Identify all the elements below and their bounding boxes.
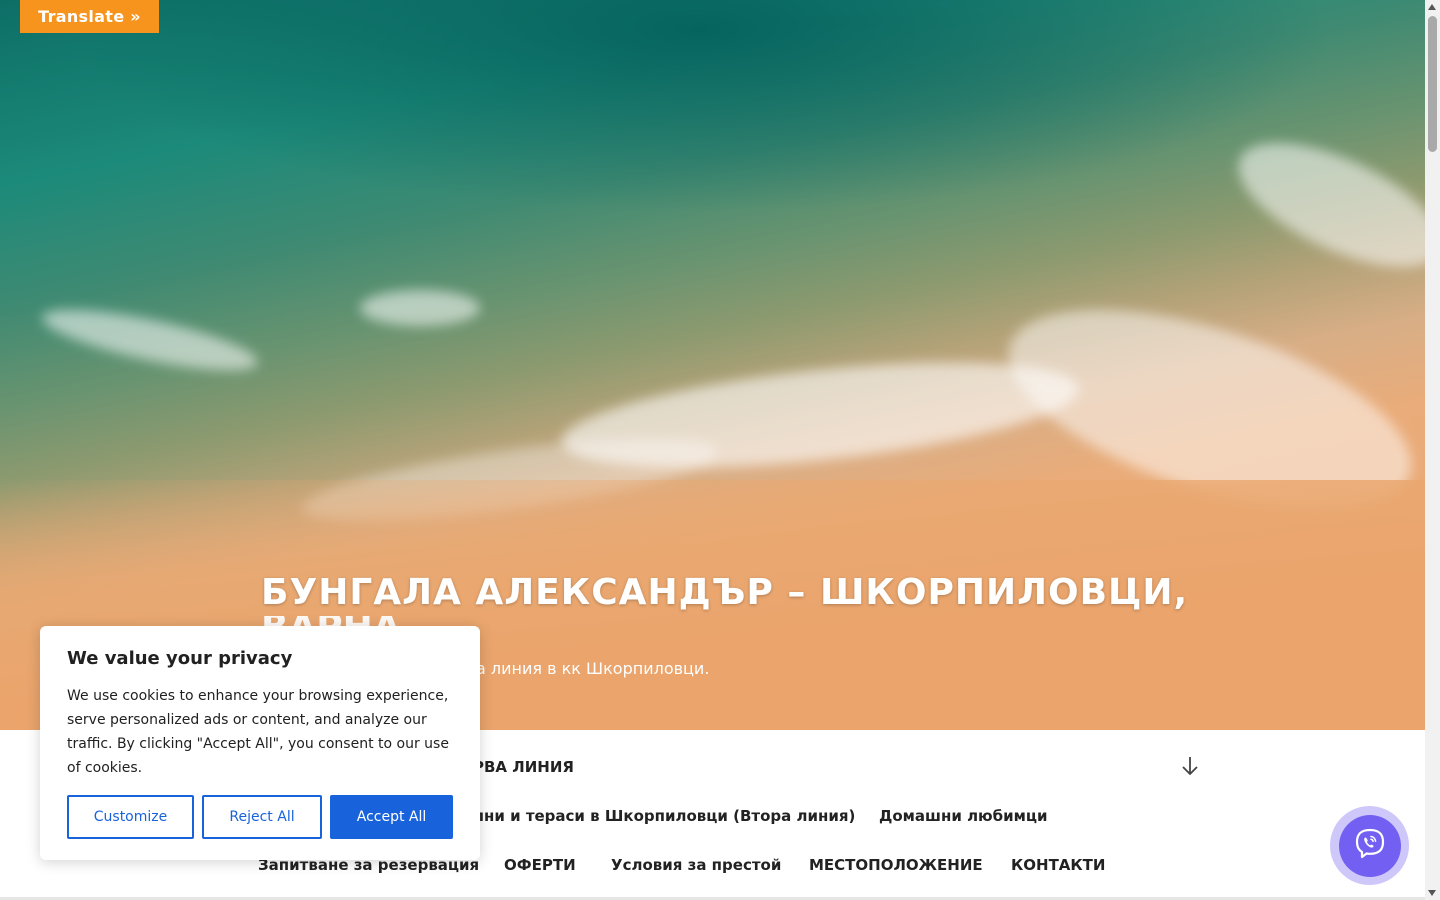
cookie-description: We use cookies to enhance your browsing … xyxy=(67,688,449,776)
nav-item-pets[interactable]: Домашни любимци xyxy=(879,806,1048,826)
hero-title: БУНГАЛА АЛЕКСАНДЪР – ШКОРПИЛОВЦИ, xyxy=(261,572,1189,613)
nav-item-first-line[interactable]: РВА ЛИНИЯ xyxy=(473,757,574,777)
viber-chat-button[interactable] xyxy=(1330,806,1409,885)
nav-item-stay-conditions[interactable]: Условия за престой xyxy=(611,855,781,875)
cookie-consent-banner: We value your privacy We use cookies to … xyxy=(40,626,480,860)
nav-item-contacts[interactable]: КОНТАКТИ xyxy=(1011,855,1105,875)
cookie-actions: Customize Reject All Accept All xyxy=(67,795,453,839)
reject-all-button[interactable]: Reject All xyxy=(202,795,322,839)
nav-item-offers[interactable]: ОФЕРТИ xyxy=(504,855,576,875)
scroll-thumb[interactable] xyxy=(1428,16,1437,152)
accept-all-button[interactable]: Accept All xyxy=(330,795,453,839)
cookie-title: We value your privacy xyxy=(67,648,293,669)
scroll-up-icon[interactable] xyxy=(1428,4,1436,10)
hero-subtitle-visible: а линия в кк Шкорпиловци. xyxy=(476,659,710,678)
nav-item-location[interactable]: МЕСТОПОЛОЖЕНИЕ xyxy=(809,855,983,875)
wave-foam xyxy=(38,297,262,383)
wave-foam xyxy=(1221,117,1425,293)
viber-button-inner[interactable] xyxy=(1338,814,1401,877)
wave-foam xyxy=(360,290,480,326)
viber-phone-icon xyxy=(1353,827,1387,865)
arrow-down-icon[interactable] xyxy=(1180,754,1200,778)
page-scrollbar[interactable] xyxy=(1425,0,1440,900)
nav-item-villas-terraces[interactable]: лни и тераси в Шкорпиловци (Втора линия) xyxy=(473,806,855,826)
scroll-down-icon[interactable] xyxy=(1428,890,1436,896)
translate-button[interactable]: Translate » xyxy=(20,0,159,33)
customize-button[interactable]: Customize xyxy=(67,795,194,839)
